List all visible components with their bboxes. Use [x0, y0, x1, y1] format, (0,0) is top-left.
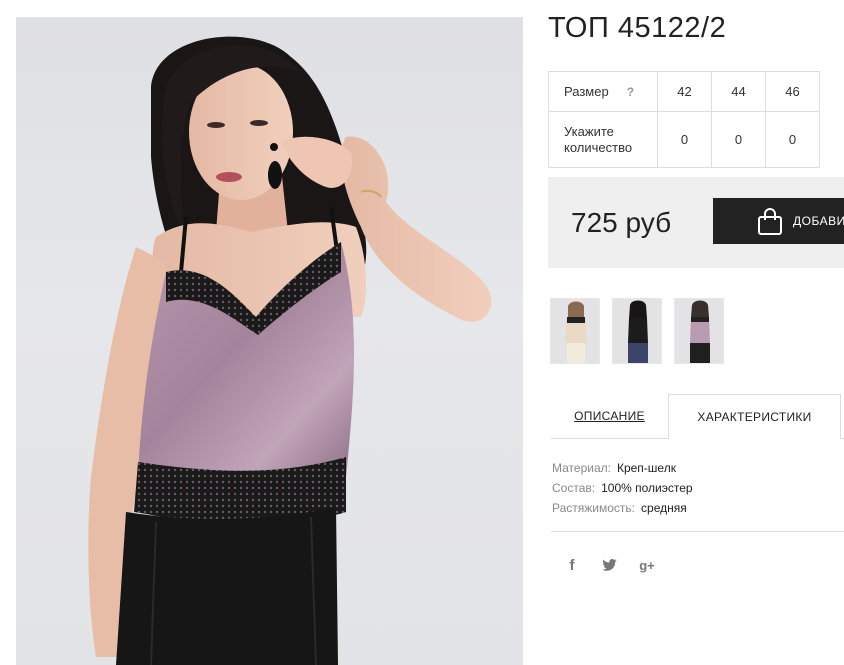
quantity-label-text: Укажите количество: [564, 123, 633, 155]
product-tabs: ОПИСАНИЕ ХАРАКТЕРИСТИКИ: [551, 394, 844, 439]
add-to-cart-label: ДОБАВИТЬ В КОРЗИНУ: [793, 214, 844, 228]
size-44: 44: [711, 71, 766, 112]
twitter-bird-icon: [601, 559, 617, 571]
quantity-row: Укажите количество 0 0 0: [548, 111, 820, 168]
size-table: Размер? 42 44 46 Укажите количество 0 0 …: [548, 71, 820, 168]
size-42: 42: [657, 71, 712, 112]
char-row-composition: Состав: 100% полиэстер: [552, 478, 693, 498]
composition-value: 100% полиэстер: [601, 481, 693, 495]
quantity-input-42[interactable]: 0: [657, 111, 712, 168]
material-key: Материал:: [552, 461, 611, 475]
tab-description[interactable]: ОПИСАНИЕ: [551, 394, 668, 439]
char-row-stretch: Растяжимость: средняя: [552, 498, 693, 518]
quantity-input-44[interactable]: 0: [711, 111, 766, 168]
price-bar: 725 руб ДОБАВИТЬ В КОРЗИНУ: [548, 177, 844, 268]
char-row-material: Материал: Креп-шелк: [552, 458, 693, 478]
help-icon[interactable]: ?: [627, 85, 634, 99]
section-divider: [551, 531, 844, 532]
googleplus-icon[interactable]: g+: [636, 556, 658, 574]
thumbnail-2[interactable]: [612, 298, 662, 364]
twitter-icon[interactable]: [600, 556, 618, 574]
quantity-label: Укажите количество: [548, 111, 658, 168]
quantity-input-46[interactable]: 0: [765, 111, 820, 168]
size-label: Размер: [564, 84, 609, 99]
composition-key: Состав:: [552, 481, 596, 495]
thumbnail-1[interactable]: [550, 298, 600, 364]
size-46: 46: [765, 71, 820, 112]
product-main-image[interactable]: [16, 17, 523, 665]
thumb-beige-image: [565, 301, 587, 363]
add-to-cart-button[interactable]: ДОБАВИТЬ В КОРЗИНУ: [713, 198, 844, 244]
facebook-icon[interactable]: f: [566, 556, 578, 574]
stretch-key: Растяжимость:: [552, 501, 636, 515]
thumb-lilac-image: [690, 300, 710, 363]
stretch-value: средняя: [641, 501, 687, 515]
thumbnail-3[interactable]: [674, 298, 724, 364]
size-label-cell: Размер?: [548, 71, 658, 112]
price: 725 руб: [571, 207, 672, 238]
product-title: ТОП 45122/2: [548, 12, 727, 44]
model-photo: [88, 36, 492, 665]
material-value: Креп-шелк: [616, 461, 676, 475]
thumb-black-image: [628, 300, 648, 363]
shopping-bag-icon: [758, 208, 782, 235]
size-row: Размер? 42 44 46: [548, 71, 820, 112]
characteristics-list: Материал: Креп-шелк Состав: 100% полиэстер…: [552, 458, 693, 518]
tab-characteristics[interactable]: ХАРАКТЕРИСТИКИ: [668, 394, 841, 439]
